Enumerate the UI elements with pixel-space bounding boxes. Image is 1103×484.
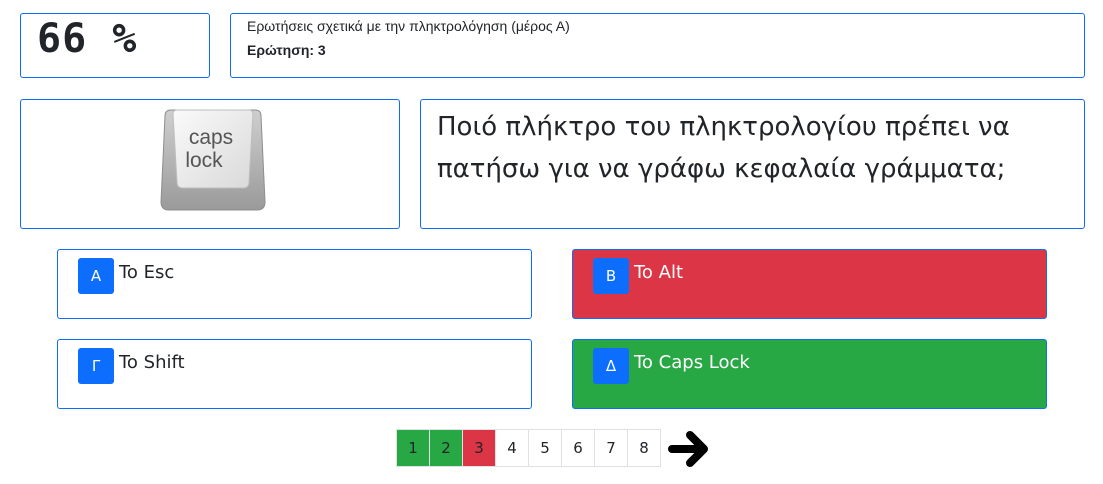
answer-letter-badge: Γ <box>78 348 114 384</box>
answer-letter-badge: Β <box>593 258 629 294</box>
answer-letter-badge: Δ <box>593 348 629 384</box>
page-button-8[interactable]: 8 <box>627 429 661 467</box>
answer-label: To Alt <box>634 262 684 283</box>
page-button-2[interactable]: 2 <box>429 429 463 467</box>
page-button-7[interactable]: 7 <box>594 429 628 467</box>
answer-letter-badge: Α <box>78 258 114 294</box>
page-button-1[interactable]: 1 <box>396 429 430 467</box>
page-button-3[interactable]: 3 <box>462 429 496 467</box>
question-text: Ποιό πλήκτρο του πληκτρολογίου πρέπει να… <box>437 112 1010 184</box>
answer-label: To Shift <box>119 352 185 373</box>
arrow-right-icon[interactable] <box>668 430 712 468</box>
score-panel: 66 % <box>20 13 210 78</box>
page-button-4[interactable]: 4 <box>495 429 529 467</box>
key-label-caps: caps <box>189 126 233 149</box>
answer-label: To Esc <box>119 262 175 283</box>
key-label-lock: lock <box>185 149 223 172</box>
question-panel: Ποιό πλήκτρο του πληκτρολογίου πρέπει να… <box>420 99 1085 229</box>
question-info-panel: Ερωτήσεις σχετικά με την πληκτρολόγηση (… <box>230 13 1085 78</box>
answer-option-b[interactable]: Β To Alt <box>572 249 1047 319</box>
quiz-subject: Ερωτήσεις σχετικά με την πληκτρολόγηση (… <box>247 18 570 34</box>
score-percentage: 66 % <box>37 16 138 62</box>
page-button-6[interactable]: 6 <box>561 429 595 467</box>
question-image-panel: caps lock <box>20 99 400 229</box>
answer-option-d[interactable]: Δ To Caps Lock <box>572 339 1047 409</box>
answer-label: To Caps Lock <box>634 352 750 373</box>
answer-option-a[interactable]: Α To Esc <box>57 249 532 319</box>
caps-lock-key-image: caps lock <box>160 109 266 211</box>
question-number: Ερώτηση: 3 <box>247 42 326 58</box>
answer-option-c[interactable]: Γ To Shift <box>57 339 532 409</box>
question-pagination: 1 2 3 4 5 6 7 8 <box>396 429 661 467</box>
page-button-5[interactable]: 5 <box>528 429 562 467</box>
